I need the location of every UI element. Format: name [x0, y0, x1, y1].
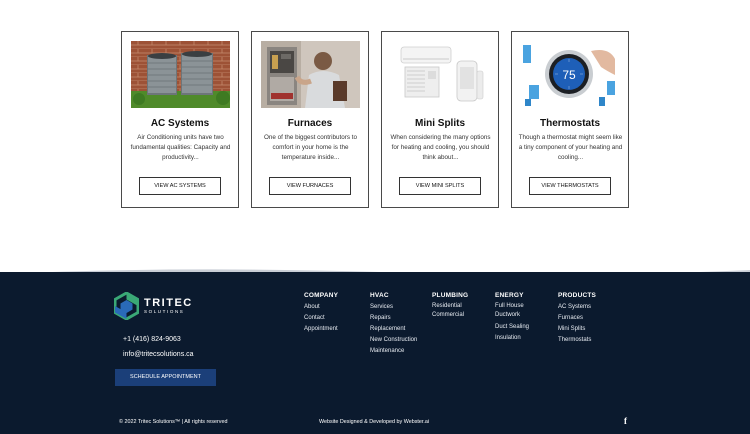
card-title: AC Systems — [150, 118, 210, 129]
card-description: One of the biggest contributors to comfo… — [263, 134, 358, 161]
view-furnaces-button[interactable]: VIEW FURNACES — [269, 177, 351, 195]
footer-link-full-house-ductwork[interactable]: Full House Ductwork — [495, 302, 543, 320]
card-mini-splits: Mini Splits When considering the many op… — [381, 31, 499, 208]
footer-column-plumbing: PLUMBING Residential Commercial — [432, 292, 468, 320]
footer-link-ac-systems[interactable]: AC Systems — [558, 302, 596, 313]
card-title: Mini Splits — [415, 118, 465, 129]
footer-column-energy: ENERGY Full House Ductwork Duct Sealing … — [495, 292, 543, 344]
column-heading: HVAC — [370, 292, 389, 299]
mini-splits-image — [391, 41, 490, 108]
thermostats-image: 75 — [521, 41, 620, 108]
card-description: Air Conditioning units have two fundamen… — [130, 134, 231, 161]
footer-link-commercial[interactable]: Commercial — [432, 311, 468, 320]
footer-link-thermostats[interactable]: Thermostats — [558, 335, 596, 346]
tritec-logo-icon — [114, 292, 139, 320]
view-mini-splits-button[interactable]: VIEW MINI SPLITS — [399, 177, 481, 195]
footer-column-hvac: HVAC Services Repairs Replacement New Co… — [370, 292, 417, 357]
email-link[interactable]: info@tritecsolutions.ca — [123, 351, 194, 358]
footer-column-products: PRODUCTS AC Systems Furnaces Mini Splits… — [558, 292, 596, 346]
footer-link-insulation[interactable]: Insulation — [495, 333, 543, 344]
card-description: Though a thermostat might seem like a ti… — [518, 134, 623, 161]
product-cards: AC Systems Air Conditioning units have t… — [121, 31, 631, 209]
card-thermostats: 75 Thermostats Though a thermostat might… — [511, 31, 629, 208]
card-ac-systems: AC Systems Air Conditioning units have t… — [121, 31, 239, 208]
thermostat-reading: 75 — [562, 68, 576, 82]
footer-link-replacement[interactable]: Replacement — [370, 324, 417, 335]
view-thermostats-button[interactable]: VIEW THERMOSTATS — [529, 177, 611, 195]
footer-column-company: COMPANY About Contact Appointment — [304, 292, 338, 335]
footer-link-residential[interactable]: Residential — [432, 302, 468, 311]
card-title: Thermostats — [539, 118, 600, 129]
card-description: When considering the many options for he… — [390, 134, 491, 161]
card-furnaces: Furnaces One of the biggest contributors… — [251, 31, 369, 208]
footer-link-duct-sealing[interactable]: Duct Sealing — [495, 322, 543, 333]
footer-link-new-construction[interactable]: New Construction — [370, 335, 417, 346]
footer-link-repairs[interactable]: Repairs — [370, 313, 417, 324]
column-heading: ENERGY — [495, 292, 524, 299]
card-title: Furnaces — [287, 118, 333, 129]
logo-sub-text: SOLUTIONS — [144, 308, 185, 314]
facebook-icon[interactable]: f — [624, 416, 627, 426]
furnaces-image — [261, 41, 360, 108]
footer-link-appointment[interactable]: Appointment — [304, 324, 338, 335]
phone-link[interactable]: +1 (416) 824-9063 — [123, 336, 181, 343]
column-heading: PRODUCTS — [558, 292, 597, 299]
footer-link-contact[interactable]: Contact — [304, 313, 338, 324]
column-heading: COMPANY — [304, 292, 339, 299]
schedule-appointment-button[interactable]: SCHEDULE APPOINTMENT — [115, 369, 216, 386]
footer-link-services[interactable]: Services — [370, 302, 417, 313]
ac-systems-image — [131, 41, 230, 108]
footer-link-mini-splits[interactable]: Mini Splits — [558, 324, 596, 335]
logo-main-text: TRITEC — [144, 296, 193, 309]
column-heading: PLUMBING — [432, 292, 469, 299]
tritec-logo[interactable]: TRITEC SOLUTIONS — [114, 292, 193, 320]
copyright-text: © 2022 Tritec Solutions™ | All rights re… — [119, 419, 228, 425]
page: AC Systems Air Conditioning units have t… — [0, 0, 750, 434]
footer-link-furnaces[interactable]: Furnaces — [558, 313, 596, 324]
view-ac-systems-button[interactable]: VIEW AC SYSTEMS — [139, 177, 221, 195]
footer-link-about[interactable]: About — [304, 302, 338, 313]
credit-text[interactable]: Website Designed & Developed by Webster.… — [319, 419, 429, 425]
footer-link-maintenance[interactable]: Maintenance — [370, 346, 417, 357]
